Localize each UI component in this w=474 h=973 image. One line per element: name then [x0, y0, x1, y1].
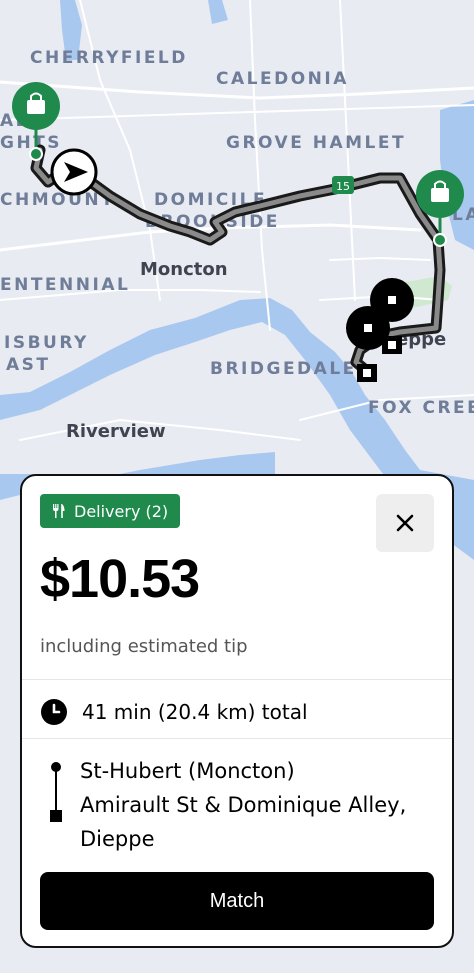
highway-shield: 15: [332, 176, 354, 194]
map-label-grove-hamlet: GROVE HAMLET: [226, 133, 406, 153]
offer-price: $10.53: [40, 549, 200, 609]
map-label-centennial: ENTENNIAL: [0, 275, 130, 295]
route-from: St-Hubert (Moncton): [80, 759, 295, 783]
clock-icon: [41, 699, 67, 725]
route-connector-icon: [50, 762, 62, 822]
close-button[interactable]: [376, 494, 434, 552]
map-label-salisbury: ISBURY: [4, 333, 89, 353]
close-icon: [396, 514, 414, 532]
offer-card: Delivery (2) $10.53 including estimated …: [20, 474, 454, 948]
duration-row: 41 min (20.4 km) total: [40, 698, 308, 726]
delivery-badge-label: Delivery (2): [74, 501, 169, 521]
map-label-east: AST: [6, 355, 51, 375]
match-button[interactable]: Match: [40, 872, 434, 930]
route-summary: St-Hubert (Moncton) Amirault St & Domini…: [40, 754, 440, 856]
fork-knife-icon: [53, 504, 65, 518]
delivery-badge: Delivery (2): [40, 494, 181, 528]
duration-text: 41 min (20.4 km) total: [82, 700, 308, 724]
map-label-riverview: Riverview: [66, 421, 166, 442]
route-to: Amirault St & Dominique Alley, Dieppe: [80, 793, 407, 851]
dropoff-square-1: [382, 336, 402, 354]
current-location-icon: [50, 148, 98, 196]
map-label-caledonia: CALEDONIA: [216, 69, 349, 89]
map-label-fox-creek: FOX CREE: [368, 398, 474, 418]
map-label-bridgedale: BRIDGEDALE: [210, 359, 357, 379]
map-label-cherryfield: CHERRYFIELD: [30, 48, 188, 68]
map-label-moncton: Moncton: [140, 259, 228, 280]
divider: [22, 738, 452, 739]
svg-text:15: 15: [336, 180, 350, 193]
divider: [22, 679, 452, 680]
dropoff-square-2: [357, 364, 377, 382]
tip-note: including estimated tip: [40, 636, 248, 657]
